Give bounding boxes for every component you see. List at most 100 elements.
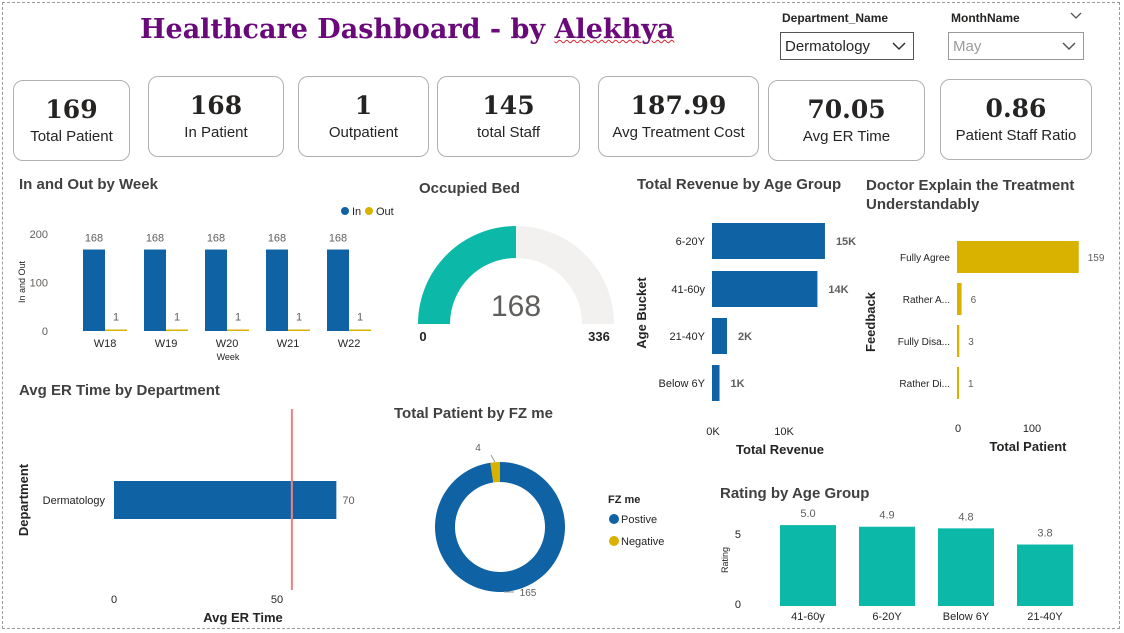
donut-data-label: 4 <box>475 443 481 454</box>
in-data-label: 168 <box>329 233 347 245</box>
gauge-min-label: 0 <box>419 329 426 344</box>
y-axis-label: In and Out <box>17 260 27 303</box>
rating-bar <box>859 526 915 606</box>
out-data-label: 1 <box>235 312 241 324</box>
y-tick-label: Rather Di... <box>899 379 950 390</box>
rating-bar <box>780 525 836 606</box>
out-bar <box>288 329 310 331</box>
feedback-data-label: 6 <box>971 295 977 306</box>
y-tick-label: 41-60y <box>671 284 705 296</box>
charts-layer: 0100200In and OutWeekIn Out1681W181681W19… <box>16 206 1105 625</box>
rating-bar <box>1017 544 1073 606</box>
x-axis-label: Week <box>217 352 240 362</box>
er-time-data-label: 70 <box>342 495 354 507</box>
x-axis-label: Total Revenue <box>736 442 824 457</box>
rating-data-label: 5.0 <box>800 508 815 520</box>
x-tick-label: 50 <box>271 594 283 606</box>
y-tick-label: Fully Agree <box>900 253 950 264</box>
revenue-bar <box>712 318 728 354</box>
y-tick-label: Rather A... <box>903 295 950 306</box>
feedback-data-label: 3 <box>968 337 974 348</box>
y-axis-label: Age Bucket <box>634 277 649 349</box>
in-bar <box>83 249 105 331</box>
out-bar <box>166 329 188 331</box>
leader-line <box>490 454 496 463</box>
revenue-bar <box>712 271 818 307</box>
gauge-value-label: 168 <box>491 290 541 323</box>
x-tick-label: 6-20Y <box>872 611 902 623</box>
revenue-data-label: 1K <box>731 378 745 390</box>
y-tick-label: Fully Disa... <box>898 337 950 348</box>
y-axis-label: Rating <box>720 547 730 573</box>
x-tick-label: 41-60y <box>791 611 825 623</box>
feedback-bar <box>957 325 960 357</box>
x-tick-label: W21 <box>277 338 300 350</box>
out-data-label: 1 <box>357 312 363 324</box>
feedback-data-label: 159 <box>1088 253 1105 264</box>
in-bar <box>327 249 349 331</box>
in-data-label: 168 <box>268 233 286 245</box>
x-tick-label: 0 <box>955 423 961 435</box>
y-tick-label: 0 <box>735 599 741 611</box>
out-bar <box>105 329 127 331</box>
out-data-label: 1 <box>174 312 180 324</box>
legend-out-marker <box>365 207 373 215</box>
y-tick-label: 100 <box>30 278 48 290</box>
x-tick-label: 0K <box>706 426 720 438</box>
out-bar <box>349 329 371 331</box>
in-bar <box>144 249 166 331</box>
y-axis-label: Feedback <box>863 291 878 352</box>
y-tick-label: 0 <box>42 326 48 338</box>
x-tick-label: W18 <box>94 338 117 350</box>
y-tick-label: 6-20Y <box>676 236 706 248</box>
out-bar <box>227 329 249 331</box>
rating-data-label: 4.8 <box>958 511 973 523</box>
y-tick-label: Below 6Y <box>659 378 706 390</box>
revenue-data-label: 14K <box>828 284 848 296</box>
legend-in-marker <box>341 207 349 215</box>
revenue-data-label: 2K <box>738 331 752 343</box>
er-time-bar <box>114 481 337 519</box>
x-tick-label: W19 <box>155 338 178 350</box>
in-data-label: 168 <box>207 233 225 245</box>
revenue-data-label: 15K <box>836 236 856 248</box>
x-tick-label: 100 <box>1023 423 1041 435</box>
donut-data-label: 165 <box>520 588 537 599</box>
legend-positive-label: Postive <box>621 514 657 526</box>
x-tick-label: W22 <box>338 338 361 350</box>
y-axis-label: Department <box>16 463 31 536</box>
out-data-label: 1 <box>296 312 302 324</box>
legend-title: FZ me <box>608 494 640 506</box>
rating-data-label: 3.8 <box>1037 528 1052 540</box>
rating-bar <box>938 528 994 606</box>
revenue-bar <box>712 365 720 401</box>
feedback-bar <box>957 367 959 399</box>
x-tick-label: 21-40Y <box>1027 611 1063 623</box>
x-tick-label: 10K <box>774 426 794 438</box>
in-data-label: 168 <box>85 233 103 245</box>
in-bar <box>205 249 227 331</box>
y-tick-label: 200 <box>30 229 48 241</box>
in-bar <box>266 249 288 331</box>
legend-negative-marker <box>609 536 619 546</box>
out-data-label: 1 <box>113 312 119 324</box>
x-axis-label: Total Patient <box>989 439 1067 454</box>
y-tick-label: 5 <box>735 529 741 541</box>
y-tick-label: 21-40Y <box>670 331 706 343</box>
feedback-data-label: 1 <box>968 379 974 390</box>
x-tick-label: 0 <box>111 594 117 606</box>
legend-in-label: In <box>352 206 361 218</box>
feedback-bar <box>957 241 1079 273</box>
gauge-max-label: 336 <box>588 329 610 344</box>
in-data-label: 168 <box>146 233 164 245</box>
y-tick-label: Dermatology <box>43 495 106 507</box>
revenue-bar <box>712 223 825 259</box>
x-axis-label: Avg ER Time <box>203 610 282 625</box>
legend-positive-marker <box>609 514 619 524</box>
x-tick-label: W20 <box>216 338 239 350</box>
legend-negative-label: Negative <box>621 536 664 548</box>
feedback-bar <box>957 283 962 315</box>
rating-data-label: 4.9 <box>879 510 894 522</box>
x-tick-label: Below 6Y <box>943 611 990 623</box>
legend-out-label: Out <box>376 206 394 218</box>
